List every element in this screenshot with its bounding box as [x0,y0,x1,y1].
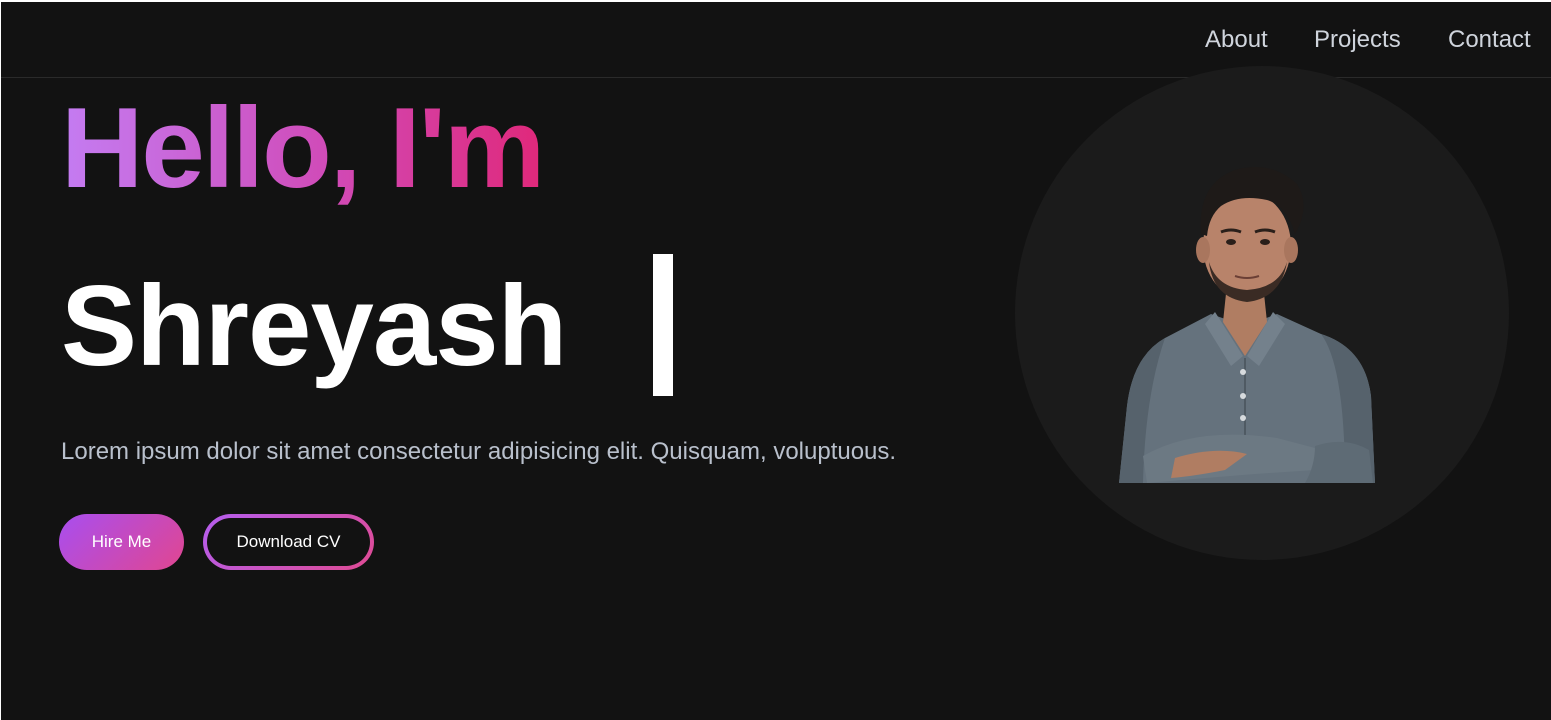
nav-link-about[interactable]: About [1205,26,1268,54]
profile-photo [1119,167,1375,483]
hero-tagline: Lorem ipsum dolor sit amet consectetur a… [61,438,897,465]
nav-link-projects[interactable]: Projects [1314,26,1401,54]
nav-link-contact[interactable]: Contact [1448,26,1531,54]
hire-me-label: Hire Me [91,532,152,551]
page: About Projects Contact Hello, I'm Shreya… [0,0,1551,720]
profile-photo-frame [1015,66,1509,560]
hero-greeting: Hello, I'm [61,85,545,212]
hire-me-button[interactable]: Hire Me [59,514,184,570]
hero-name-line: Shreyash [61,254,673,396]
download-cv-label: Download CV [236,532,341,551]
download-cv-inner: Download CV [207,518,370,566]
typing-cursor [653,254,673,396]
download-cv-button[interactable]: Download CV [203,514,374,570]
hero-name: Shreyash [61,263,567,390]
